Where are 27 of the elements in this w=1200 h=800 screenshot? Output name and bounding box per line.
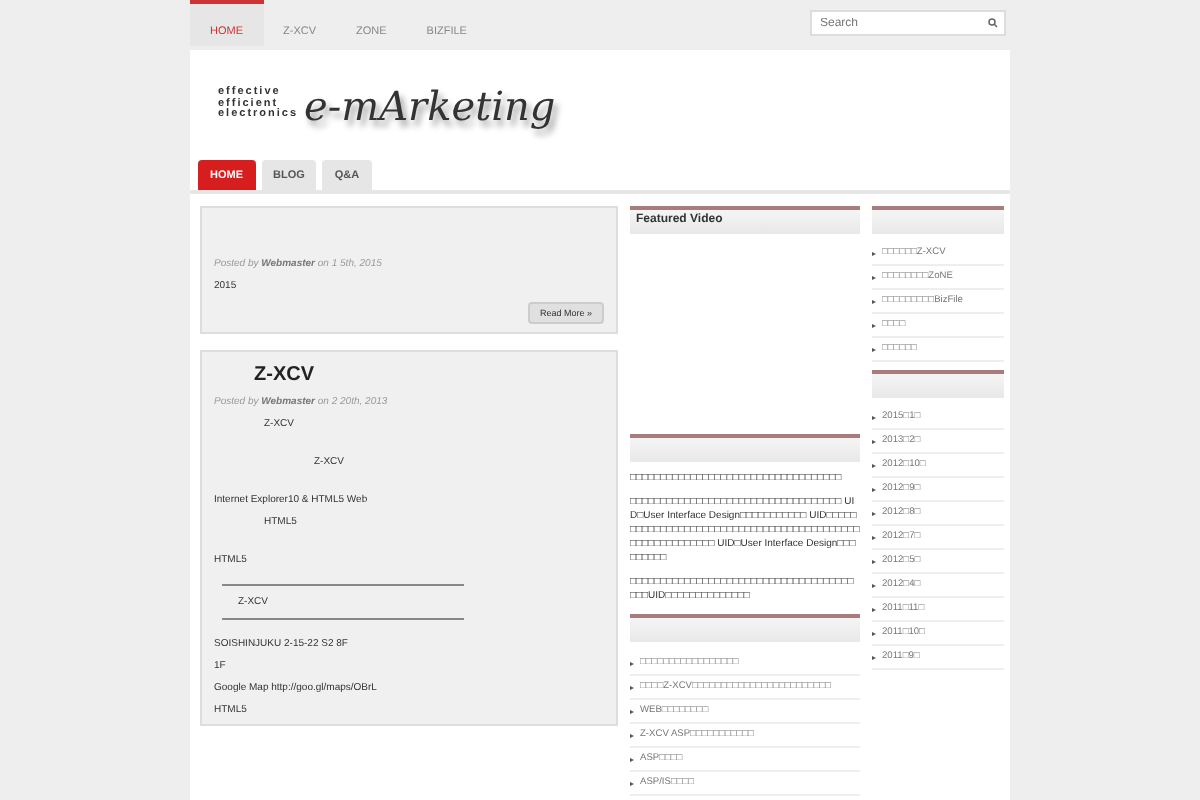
search-icon [988,18,998,28]
arrow-icon [630,685,634,689]
arrow-icon [872,463,876,467]
arrow-icon [872,251,876,255]
arrow-icon [872,535,876,539]
arrow-icon [872,347,876,351]
arrow-icon [630,781,634,785]
arrow-icon [630,733,634,737]
arrow-icon [872,275,876,279]
arrow-icon [872,559,876,563]
arrow-icon [872,583,876,587]
arrow-icon [872,439,876,443]
arrow-icon [630,661,634,665]
arrow-icon [872,415,876,419]
arrow-icon [630,709,634,713]
arrow-icon [872,631,876,635]
arrow-icon [630,757,634,761]
arrow-icon [872,607,876,611]
arrow-icon [872,323,876,327]
logo-wordmark[interactable]: e-mArketing [304,81,556,129]
arrow-icon [872,299,876,303]
widget-header [872,370,1004,398]
arrow-icon [872,487,876,491]
widget-header [872,206,1004,234]
post-title[interactable]: Z-XCV [214,364,604,386]
arrow-icon [872,511,876,515]
arrow-icon [872,655,876,659]
